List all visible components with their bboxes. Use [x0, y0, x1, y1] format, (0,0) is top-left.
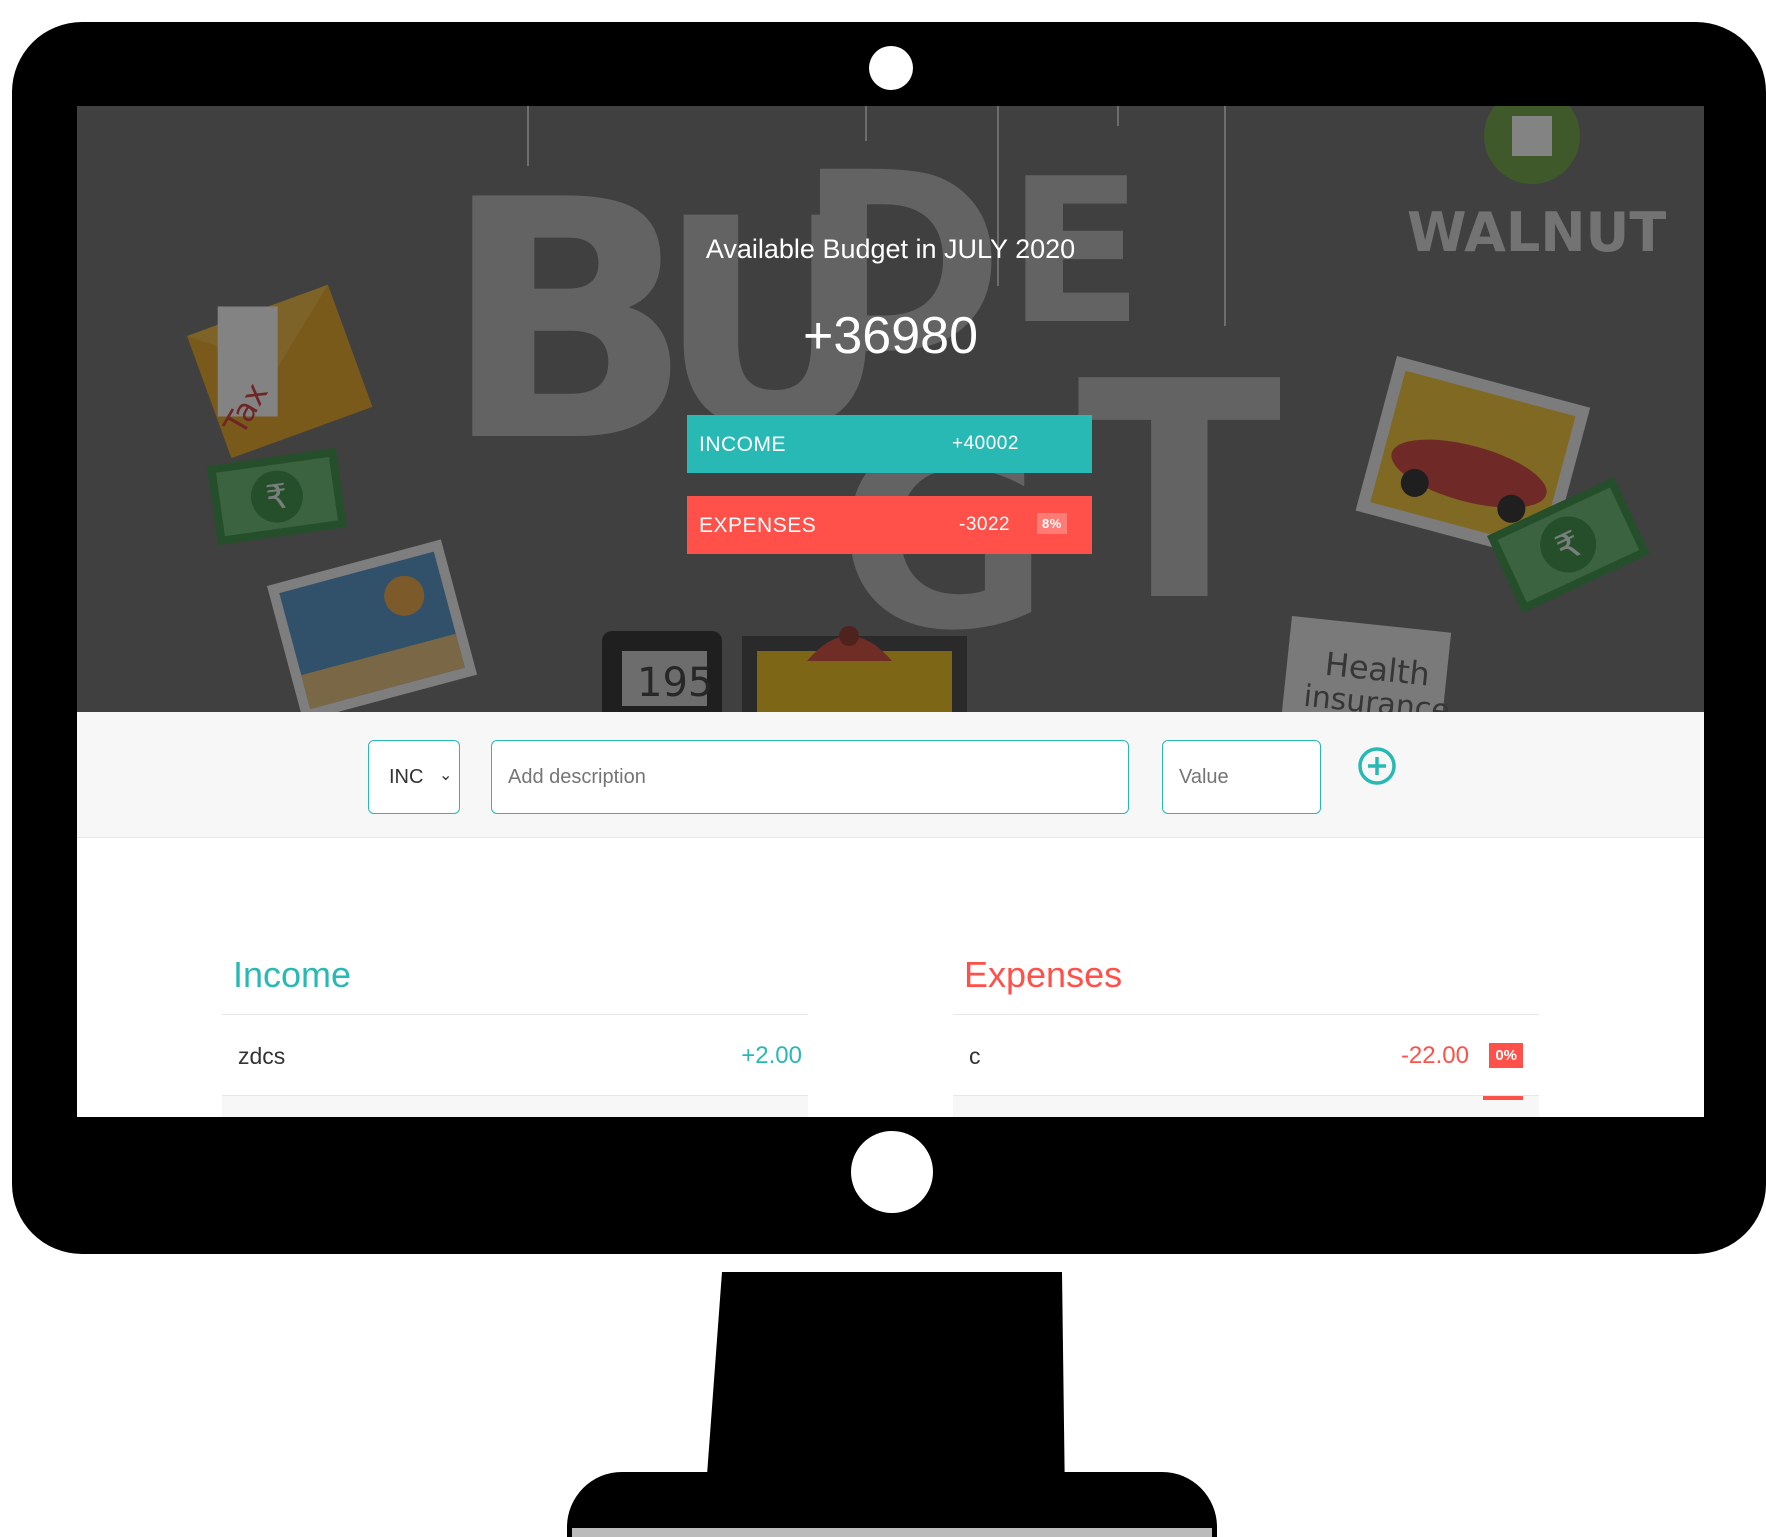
expenses-summary: EXPENSES -3022 8%: [687, 496, 1092, 554]
header-overlay: [77, 106, 1704, 712]
chevron-down-icon: ⌄: [439, 767, 453, 784]
type-select[interactable]: INC ⌄: [368, 740, 460, 814]
monitor-stand: [705, 1272, 1065, 1502]
budget-header: B U D E G T Tax: [77, 106, 1704, 712]
add-item-bar: INC ⌄: [77, 712, 1704, 838]
income-summary: INCOME +40002: [687, 415, 1092, 473]
expenses-summary-label: EXPENSES: [699, 514, 817, 537]
list-item[interactable]: c -22.00 0%: [953, 1015, 1539, 1096]
budget-title: Available Budget in JULY 2020: [705, 234, 1076, 264]
item-description: zdcs: [238, 1043, 286, 1069]
list-item[interactable]: [222, 1096, 808, 1117]
monitor-logo: [851, 1131, 933, 1213]
income-list-title: Income: [233, 954, 352, 995]
available-budget-value: +36980: [803, 307, 978, 365]
type-select-value: INC: [389, 766, 424, 788]
item-percentage-badge: [1483, 1096, 1523, 1100]
expenses-summary-value: -3022: [959, 514, 1011, 535]
value-input[interactable]: [1162, 740, 1321, 814]
description-input[interactable]: [491, 740, 1129, 814]
list-item[interactable]: [953, 1096, 1539, 1117]
expenses-percentage-badge: 8%: [1037, 513, 1067, 534]
income-summary-label: INCOME: [699, 433, 786, 456]
list-item[interactable]: zdcs +2.00: [222, 1015, 808, 1096]
expenses-list-title: Expenses: [964, 954, 1123, 995]
item-description: c: [969, 1043, 981, 1069]
plus-circle-icon[interactable]: [1354, 742, 1402, 794]
app-screen: B U D E G T Tax: [77, 106, 1704, 1117]
monitor-base-edge: [572, 1528, 1212, 1537]
income-summary-value: +40002: [952, 433, 1019, 454]
item-value: -22.00: [1400, 1042, 1469, 1069]
camera-icon: [869, 46, 913, 90]
item-percentage-badge: 0%: [1489, 1043, 1523, 1068]
item-value: +2.00: [741, 1042, 802, 1069]
